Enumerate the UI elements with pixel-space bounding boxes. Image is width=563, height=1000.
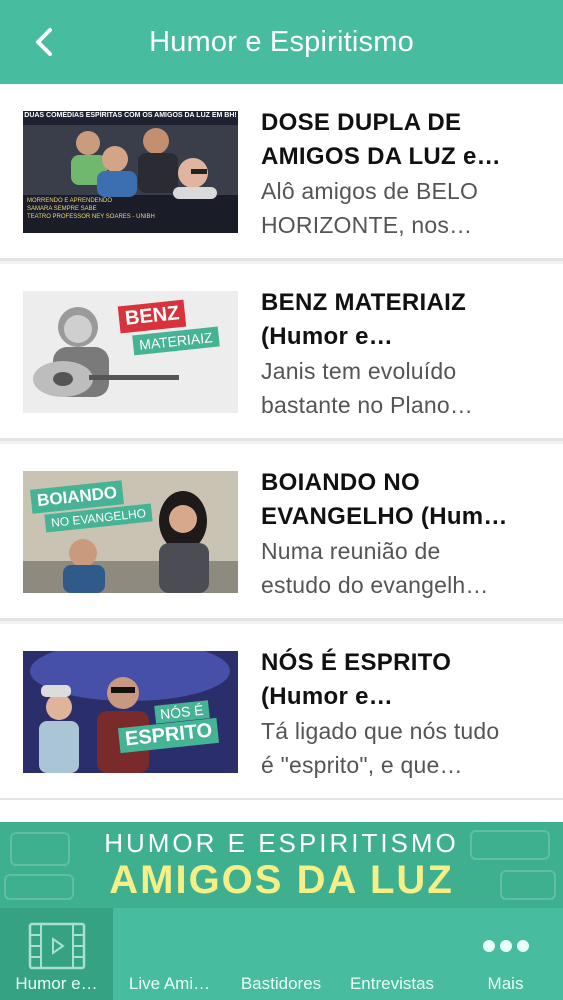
- item-description: Numa reunião de estudo do evangelh…: [261, 538, 489, 598]
- tab-bar: Humor e… Live Ami… Bastidores Entrevista…: [0, 908, 563, 1000]
- banner-title: HUMOR E ESPIRITISMO: [104, 828, 459, 858]
- list-item[interactable]: BENZ MATERIAIZ BENZ MATERIAIZ (Humor e… …: [0, 264, 563, 441]
- list-item[interactable]: DUAS COMÉDIAS ESPÍRITAS COM OS AMIGOS DA…: [0, 84, 563, 261]
- list-item[interactable]: BOIANDO NO EVANGELHO BOIANDO NO EVANGELH…: [0, 444, 563, 621]
- tab-label: Live Ami…: [128, 974, 211, 993]
- thumb-detail-line: MORRENDO E APRENDENDO: [27, 198, 113, 204]
- item-description: Alô amigos de BELO HORIZONTE, nos…: [261, 178, 479, 238]
- thumb-detail-line: TEATRO PROFESSOR NEY SOARES - UNIBH: [27, 214, 155, 220]
- page-title: Humor e Espiritismo: [149, 25, 414, 58]
- item-description: Tá ligado que nós tudo é "esprito", e qu…: [261, 718, 500, 778]
- ad-banner[interactable]: HUMOR E ESPIRITISMO AMIGOS DA LUZ: [0, 822, 563, 908]
- tab-label: Humor e…: [15, 974, 98, 993]
- tab-label: Entrevistas: [349, 974, 435, 993]
- tab-entrevistas[interactable]: Entrevistas: [336, 908, 448, 1000]
- item-text: NÓS É ESPRITO (Humor e… Tá ligado que nó…: [261, 646, 546, 782]
- thumb-detail-line: SAMARA SEMPRE SABE: [27, 206, 97, 212]
- video-thumbnail: DUAS COMÉDIAS ESPÍRITAS COM OS AMIGOS DA…: [23, 111, 238, 233]
- list-item[interactable]: NÓS É ESPRITO NÓS É ESPRITO (Humor e… Tá…: [0, 624, 563, 801]
- item-title: DOSE DUPLA DE AMIGOS DA LUZ e…: [261, 109, 501, 170]
- video-thumbnail: BENZ MATERIAIZ: [23, 291, 238, 413]
- video-film-icon: [28, 922, 85, 970]
- item-title: NÓS É ESPRITO (Humor e…: [261, 649, 452, 710]
- video-thumbnail: NÓS É ESPRITO: [23, 651, 238, 773]
- item-description: Janis tem evoluído bastante no Plano…: [261, 358, 474, 418]
- video-thumbnail: BOIANDO NO EVANGELHO: [23, 471, 238, 593]
- item-text: DOSE DUPLA DE AMIGOS DA LUZ e… Alô amigo…: [261, 106, 546, 242]
- chevron-left-icon: [36, 28, 52, 56]
- item-title: BENZ MATERIAIZ (Humor e…: [261, 289, 467, 350]
- tab-label: Bastidores: [240, 974, 322, 993]
- tab-more[interactable]: Mais: [448, 908, 563, 1000]
- item-text: BOIANDO NO EVANGELHO (Hum… Numa reunião …: [261, 466, 546, 602]
- banner-subtitle: AMIGOS DA LUZ: [109, 858, 454, 902]
- video-list[interactable]: DUAS COMÉDIAS ESPÍRITAS COM OS AMIGOS DA…: [0, 84, 563, 822]
- back-button[interactable]: [22, 18, 66, 66]
- app-header: Humor e Espiritismo: [0, 0, 563, 84]
- item-title: BOIANDO NO EVANGELHO (Hum…: [261, 469, 508, 530]
- tab-humor[interactable]: Humor e…: [0, 908, 113, 1000]
- thumb-details: MORRENDO E APRENDENDO SAMARA SEMPRE SABE…: [27, 197, 155, 221]
- thumb-caption: DUAS COMÉDIAS ESPÍRITAS COM OS AMIGOS DA…: [24, 112, 237, 119]
- tab-label: Mais: [487, 974, 524, 993]
- tab-bastidores[interactable]: Bastidores: [226, 908, 336, 1000]
- more-dots-icon: [482, 940, 529, 952]
- item-text: BENZ MATERIAIZ (Humor e… Janis tem evolu…: [261, 286, 546, 422]
- list-item[interactable]: [0, 800, 563, 822]
- tab-live[interactable]: Live Ami…: [113, 908, 226, 1000]
